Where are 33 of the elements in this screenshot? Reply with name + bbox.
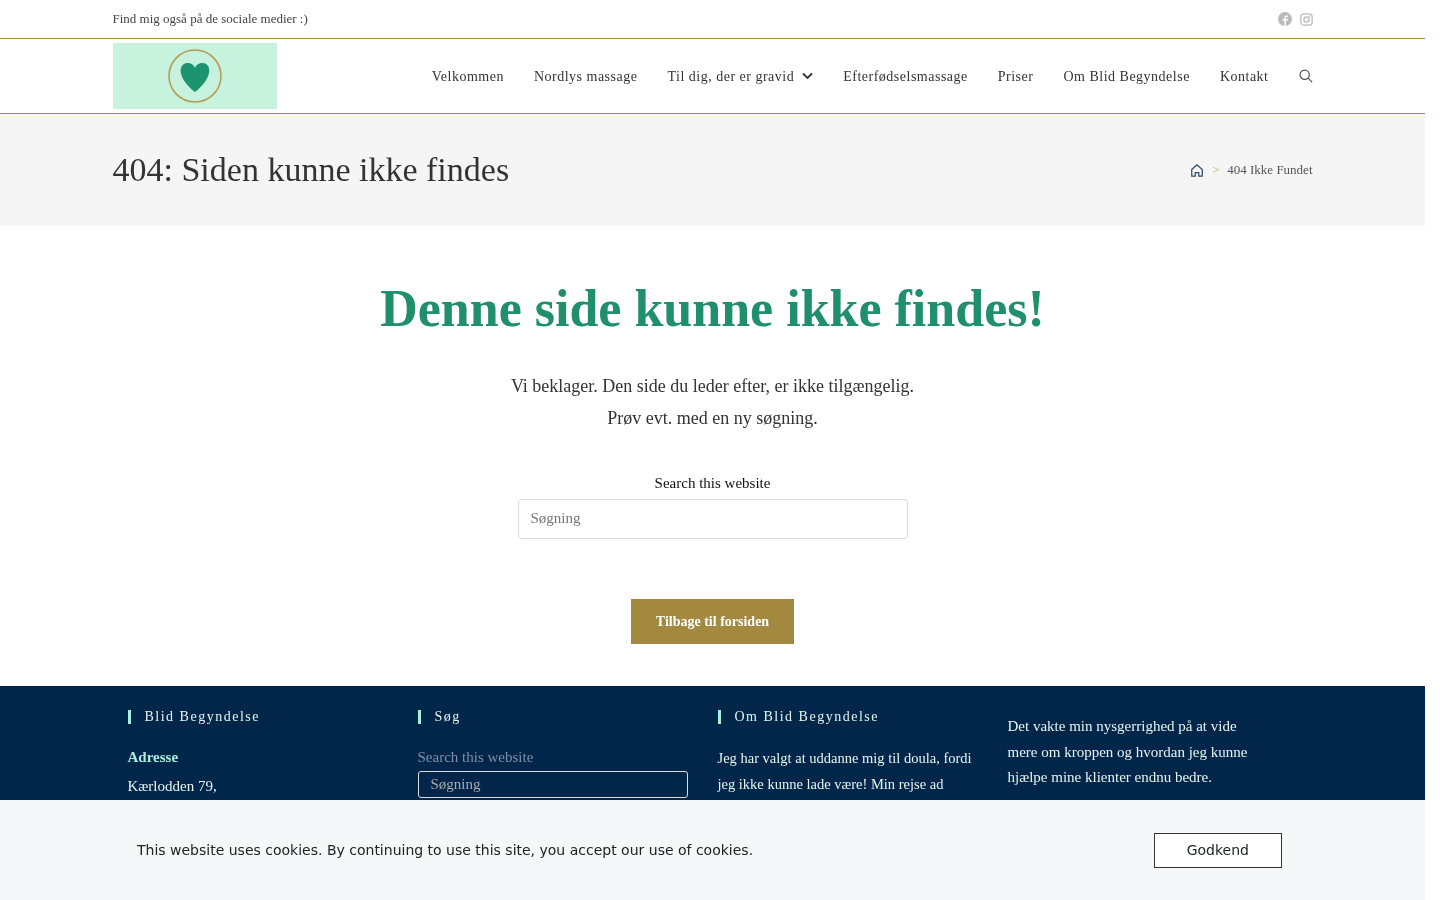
cookie-text: This website uses cookies. By continuing to use this site, you accept our use of cookies. [137,840,754,860]
breadcrumb-separator: > [1211,161,1220,180]
search-field[interactable]: Søgning [417,770,688,798]
search-field[interactable]: Søgning [517,498,908,539]
footer-text: jeg ikke kunne lade være! Min rejse ad [717,774,945,794]
nav-link[interactable]: Kontakt [1204,65,1284,87]
nav-link[interactable]: Til dig, der er gravid [652,65,829,87]
widget-title: Søg [417,710,688,724]
accept-button[interactable]: Godkend [1153,832,1282,868]
page-title: 404: Siden kunne ikke findes [112,149,510,190]
widget-title: Blid Begyndelse [127,710,388,724]
nav-link[interactable]: Priser [982,65,1049,87]
social-text: Find mig også på de sociale medier :) [112,10,308,29]
footer-text: Det vakte min nysgerrighed på at vide mere om kroppen og hvordan jeg kunne hjælpe mine klienter endnu bedre. [1007,717,1249,787]
nav-link[interactable]: Nordlys massage [518,65,653,87]
search-icon[interactable] [1298,69,1313,83]
error-heading: Denne side kunne ikke findes! [379,279,1046,339]
message-text: Vi beklager. Den side du leder efter, er ikke tilgængelig. [509,375,916,399]
logo[interactable] [112,43,277,109]
address-text: Kærlodden 79, [127,776,218,796]
widget-title: Om Blid Begyndelse [717,710,978,724]
breadcrumb-current: 404 Ikke Fundet [1227,161,1313,180]
nav-link[interactable]: Efterfødselsmassage [828,65,983,87]
home-icon[interactable] [1189,163,1204,177]
search-label: Search this website [417,748,535,767]
nav-link[interactable]: Velkommen [416,65,519,87]
address-label: Adresse [127,748,180,767]
facebook-icon[interactable] [1277,12,1292,26]
message-text: Prøv evt. med en ny søgning. [606,407,819,431]
nav-link[interactable]: Om Blid Begyndelse [1048,65,1205,87]
footer-text: Jeg har valgt at uddanne mig til doula, fordi [717,749,973,768]
instagram-icon[interactable] [1299,12,1313,26]
search-label: Search this website [653,474,772,494]
